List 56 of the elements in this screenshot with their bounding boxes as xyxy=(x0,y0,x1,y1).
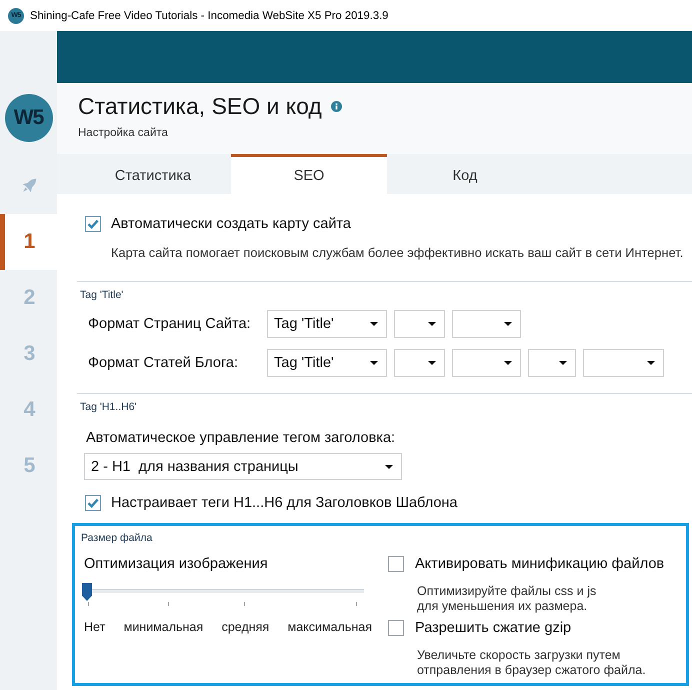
caret-icon xyxy=(385,464,393,468)
tab[interactable]: Статистика xyxy=(75,154,231,194)
window-title: Shining-Cafe Free Video Tutorials - Incomedia WebSite X5 Pro 2019.3.9 xyxy=(30,10,388,22)
section-heading: Tag 'H1..H6' xyxy=(79,401,137,413)
tick-label: максимальная xyxy=(288,620,372,634)
dropdown[interactable]: 2 - H1 для названия страницы xyxy=(84,453,402,480)
checkbox[interactable] xyxy=(85,495,101,511)
section-heading: Tag 'Title' xyxy=(79,289,124,301)
caret-icon xyxy=(647,361,655,365)
field-label: Формат Статей Блога: xyxy=(88,355,240,371)
sidebar-item[interactable]: 1 xyxy=(0,214,57,270)
app-logo: W5 xyxy=(4,94,52,142)
checkbox-label: Настраивает теги H1...H6 для Заголовков Шаблона xyxy=(111,495,458,511)
caret-icon xyxy=(504,322,512,326)
dropdown[interactable] xyxy=(452,349,521,377)
caret-icon xyxy=(504,361,512,365)
checkbox[interactable] xyxy=(388,620,404,636)
tick-mark xyxy=(244,602,245,606)
checkbox-label: Разрешить сжатие gzip xyxy=(415,620,572,636)
checkbox-label: Активировать минификацию файлов xyxy=(415,556,664,572)
dropdown[interactable] xyxy=(452,310,521,338)
description-text: Оптимизируйте файлы css и js для уменьшения их размера. xyxy=(416,584,598,614)
info-icon[interactable] xyxy=(330,100,342,112)
tab[interactable]: SEO xyxy=(231,154,387,194)
caret-icon xyxy=(428,322,436,326)
dropdown[interactable] xyxy=(528,349,576,377)
slider-label: Оптимизация изображения xyxy=(84,556,268,572)
tick-label: средняя xyxy=(222,620,270,634)
check-icon xyxy=(87,218,99,230)
caret-icon xyxy=(370,361,378,365)
section-heading: Размер файла xyxy=(81,532,154,544)
tab[interactable]: Код xyxy=(387,154,543,194)
tick-label: Нет xyxy=(84,620,106,634)
slider-thumb[interactable] xyxy=(82,583,92,601)
dropdown[interactable]: Tag 'Title' xyxy=(267,349,387,377)
caret-icon xyxy=(559,361,567,365)
check-icon xyxy=(87,497,99,509)
dropdown[interactable] xyxy=(394,310,445,338)
dropdown[interactable]: Tag 'Title' xyxy=(267,310,387,338)
caret-icon xyxy=(370,322,378,326)
checkbox[interactable] xyxy=(85,216,101,232)
tick-mark xyxy=(168,602,169,606)
tick-mark xyxy=(356,602,357,606)
checkbox[interactable] xyxy=(388,556,404,572)
description-text: Карта сайта помогает поисковым службам более эффективно искать ваш сайт в сети Интернет. xyxy=(110,245,684,260)
caret-icon xyxy=(428,361,436,365)
page-title: Статистика, SEO и код xyxy=(78,92,322,121)
checkbox-label: Автоматически создать карту сайта xyxy=(111,216,351,232)
page-subtitle: Настройка сайта xyxy=(78,127,168,139)
tick-label: минимальная xyxy=(124,620,204,634)
dropdown[interactable] xyxy=(583,349,664,377)
field-label: Формат Страниц Сайта: xyxy=(88,316,252,332)
field-label: Автоматическое управление тегом заголовка: xyxy=(85,430,396,446)
dropdown[interactable] xyxy=(394,349,445,377)
tick-mark xyxy=(88,602,89,606)
description-text: Увеличьте скорость загрузки путем отправления в браузер сжатого файла. xyxy=(416,648,647,678)
